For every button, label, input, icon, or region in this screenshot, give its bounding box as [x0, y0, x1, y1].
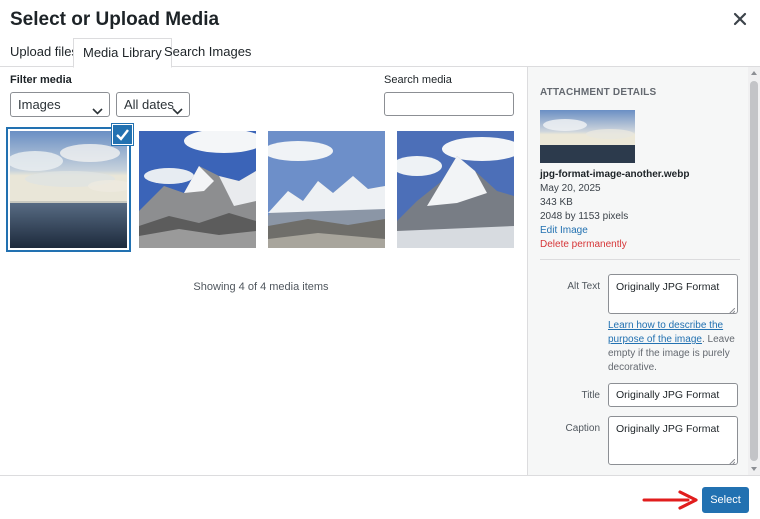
resize-handle-icon[interactable] — [728, 305, 736, 315]
media-type-value: Images — [18, 97, 61, 112]
mountain-thumbnail — [268, 131, 385, 248]
title-label: Title — [581, 390, 600, 401]
attachment-date: May 20, 2025 — [540, 183, 601, 194]
media-browser: Filter media Images All dates Search med… — [0, 67, 527, 475]
delete-permanently-link[interactable]: Delete permanently — [540, 239, 627, 250]
mountain-thumbnail — [397, 131, 514, 248]
edit-image-link[interactable]: Edit Image — [540, 225, 588, 236]
modal-title: Select or Upload Media — [10, 9, 220, 30]
sidebar-scrollbar[interactable] — [748, 67, 760, 475]
caption-label: Caption — [565, 423, 600, 434]
scroll-thumb[interactable] — [750, 81, 758, 461]
media-item[interactable] — [268, 131, 385, 248]
search-media-label: Search media — [384, 74, 452, 86]
scroll-up-icon[interactable] — [751, 71, 757, 75]
title-field[interactable]: Originally JPG Format — [608, 383, 738, 407]
attachment-dimensions: 2048 by 1153 pixels — [540, 211, 629, 222]
media-item[interactable] — [6, 127, 131, 252]
media-modal: Select or Upload Media Upload files Medi… — [0, 0, 760, 519]
media-type-select[interactable]: Images — [10, 92, 110, 117]
caption-field[interactable]: Originally JPG Format — [608, 416, 738, 466]
attachment-filename: jpg-format-image-another.webp — [540, 169, 690, 180]
attachment-size: 343 KB — [540, 197, 573, 208]
tab-search-images[interactable]: Search Images — [155, 38, 260, 67]
media-tabs: Upload files Media Library Search Images — [0, 38, 760, 68]
date-filter-select[interactable]: All dates — [116, 92, 190, 117]
attachment-details-panel: ATTACHMENT DETAILS jpg-format-image-anot… — [527, 67, 760, 475]
resize-handle-icon[interactable] — [728, 456, 736, 466]
mountain-thumbnail — [139, 131, 256, 248]
details-divider — [540, 259, 740, 260]
attachment-details-heading: ATTACHMENT DETAILS — [540, 87, 657, 98]
scroll-down-icon[interactable] — [751, 467, 757, 471]
checkmark-icon[interactable] — [112, 124, 133, 145]
media-toolbar: Select — [0, 475, 760, 519]
select-button[interactable]: Select — [702, 487, 749, 513]
search-media-input[interactable] — [384, 92, 514, 116]
filter-media-label: Filter media — [10, 74, 72, 86]
alt-text-value: Originally JPG Format — [616, 281, 720, 293]
showing-count: Showing 4 of 4 media items — [193, 281, 329, 293]
alt-text-field[interactable]: Originally JPG Format — [608, 274, 738, 315]
media-item[interactable] — [139, 131, 256, 248]
attachment-thumbnail — [540, 110, 635, 163]
close-icon[interactable] — [732, 11, 748, 27]
alt-text-help: Learn how to describe the purpose of the… — [608, 319, 743, 375]
caption-value: Originally JPG Format — [616, 423, 720, 435]
chevron-down-icon — [92, 100, 103, 115]
chevron-down-icon — [172, 100, 183, 115]
alt-text-label: Alt Text — [567, 281, 600, 292]
sea-clouds-thumbnail — [10, 131, 127, 248]
date-filter-value: All dates — [124, 97, 174, 112]
media-item[interactable] — [397, 131, 514, 248]
red-arrow-icon — [642, 489, 702, 511]
